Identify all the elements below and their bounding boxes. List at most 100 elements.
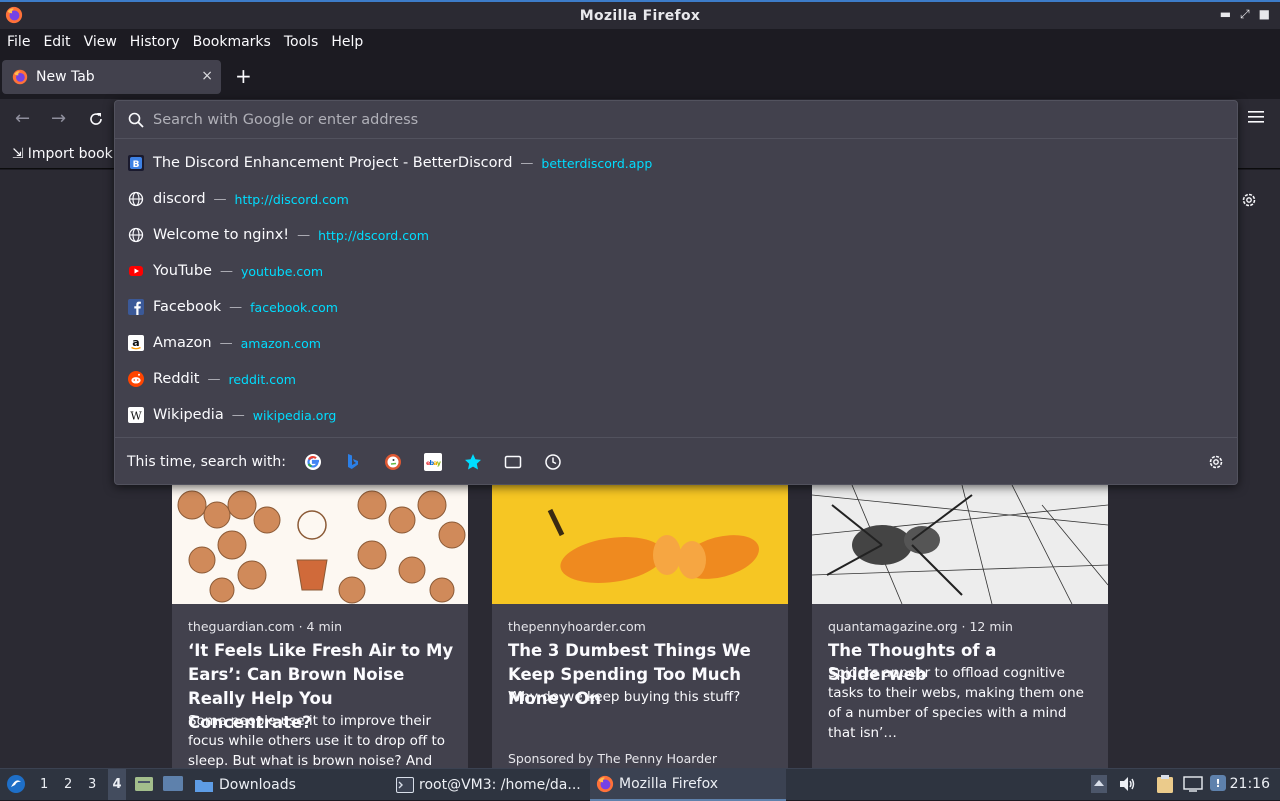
story-excerpt: Some people use it to improve their focu…: [188, 713, 446, 768]
result-title: Wikipedia: [153, 407, 224, 423]
workspace-2[interactable]: 2: [64, 777, 72, 792]
duckduckgo-engine-button[interactable]: [384, 453, 402, 471]
start-menu-icon[interactable]: [6, 774, 26, 794]
betterdiscord-icon: B: [128, 155, 144, 171]
clock: 21:16: [1229, 776, 1270, 792]
clipboard-icon[interactable]: [1156, 774, 1174, 794]
result-separator: —: [229, 299, 243, 315]
result-row[interactable]: Reddit — reddit.com: [115, 361, 1237, 397]
result-row[interactable]: YouTube — youtube.com: [115, 253, 1237, 289]
workspace-3[interactable]: 3: [88, 777, 96, 792]
google-icon: [304, 453, 321, 470]
firefox-taskbar-icon: [596, 775, 614, 793]
network-icon[interactable]: [1183, 776, 1203, 792]
volume-icon[interactable]: [1119, 776, 1137, 792]
tray-up-icon[interactable]: [1091, 775, 1107, 793]
clock-icon: [545, 453, 561, 470]
workspace-1[interactable]: 1: [40, 777, 48, 792]
svg-text:a: a: [132, 336, 139, 349]
result-separator: —: [520, 155, 534, 171]
result-url: http://dscord.com: [318, 227, 429, 243]
amazon-icon: a: [128, 335, 144, 351]
reload-icon[interactable]: [88, 111, 104, 127]
address-bar-input[interactable]: Search with Google or enter address: [115, 101, 1237, 139]
result-title: Amazon: [153, 335, 212, 351]
story-card[interactable]: thepennyhoarder.com The 3 Dumbest Things…: [492, 485, 788, 768]
star-icon: [464, 453, 481, 469]
desktop-icon[interactable]: [162, 775, 184, 793]
story-card[interactable]: quantamagazine.org · 12 min The Thoughts…: [812, 485, 1108, 768]
firefox-tab-icon: [12, 69, 28, 85]
tab-strip: New Tab ×: [0, 54, 1280, 99]
window-title: Mozilla Firefox: [579, 7, 701, 24]
forward-icon[interactable]: →: [51, 108, 66, 129]
story-source: thepennyhoarder.com: [508, 619, 646, 634]
app-menu-icon[interactable]: [1248, 110, 1264, 124]
menu-help[interactable]: Help: [331, 34, 363, 50]
tab-icon: [504, 455, 522, 468]
import-bookmarks-icon: ⇲: [12, 145, 24, 162]
taskbar: 1 2 3 4 Downloads root@VM3: /home/da... …: [0, 768, 1280, 801]
import-bookmarks-button[interactable]: Import book: [28, 146, 113, 162]
globe-icon: [128, 191, 144, 207]
taskbar-downloads[interactable]: Downloads: [194, 769, 296, 801]
menu-view[interactable]: View: [84, 34, 117, 50]
bing-engine-button[interactable]: [344, 453, 362, 471]
tab-label: New Tab: [36, 69, 95, 85]
file-manager-icon[interactable]: [134, 775, 154, 793]
result-url: betterdiscord.app: [541, 155, 653, 171]
result-title: YouTube: [153, 263, 212, 279]
result-row[interactable]: a Amazon — amazon.com: [115, 325, 1237, 361]
result-row[interactable]: Welcome to nginx! — http://dscord.com: [115, 217, 1237, 253]
ebay-icon: e b a y: [423, 452, 442, 471]
result-url: wikipedia.org: [252, 407, 337, 423]
taskbar-firefox[interactable]: Mozilla Firefox: [590, 769, 786, 801]
reddit-icon: [128, 371, 144, 387]
menu-tools[interactable]: Tools: [284, 34, 319, 50]
one-off-search-bar: This time, search with: e b a y: [115, 437, 1237, 485]
result-url: amazon.com: [240, 335, 321, 351]
result-url: facebook.com: [250, 299, 338, 315]
menu-history[interactable]: History: [130, 34, 180, 50]
menu-edit[interactable]: Edit: [43, 34, 70, 50]
story-image: [812, 485, 1108, 604]
result-row[interactable]: discord — http://discord.com: [115, 181, 1237, 217]
update-notifier-icon[interactable]: !: [1209, 774, 1227, 792]
result-title: Welcome to nginx!: [153, 227, 290, 243]
tabs-search-button[interactable]: [504, 453, 522, 471]
tab-close-icon[interactable]: ×: [201, 68, 213, 84]
result-url: http://discord.com: [234, 191, 349, 207]
result-title: Facebook: [153, 299, 222, 315]
workspace-4[interactable]: 4: [108, 769, 126, 800]
minimize-icon[interactable]: ▬: [1220, 7, 1231, 22]
firefox-logo-icon: [5, 6, 23, 24]
menu-bookmarks[interactable]: Bookmarks: [193, 34, 271, 50]
firefox-label: Mozilla Firefox: [619, 776, 719, 792]
result-url: youtube.com: [240, 263, 324, 279]
new-tab-button[interactable]: +: [235, 64, 252, 88]
result-title: Reddit: [153, 371, 200, 387]
result-title: The Discord Enhancement Project - Better…: [153, 155, 513, 171]
result-separator: —: [297, 227, 311, 243]
tab-new-tab[interactable]: New Tab ×: [2, 60, 221, 94]
google-engine-button[interactable]: [304, 453, 322, 471]
result-separator: —: [231, 407, 245, 423]
result-url: reddit.com: [228, 371, 296, 387]
result-row[interactable]: W Wikipedia — wikipedia.org: [115, 397, 1237, 433]
search-settings-icon[interactable]: [1207, 453, 1225, 471]
bookmarks-search-button[interactable]: [464, 453, 482, 471]
menu-file[interactable]: File: [7, 34, 30, 50]
story-card[interactable]: theguardian.com · 4 min ‘It Feels Like F…: [172, 485, 468, 768]
maximize-icon[interactable]: ⤢: [1240, 7, 1250, 22]
result-row[interactable]: Facebook — facebook.com: [115, 289, 1237, 325]
taskbar-terminal[interactable]: root@VM3: /home/da...: [396, 769, 581, 801]
urlbar-popup: Search with Google or enter address B Th…: [114, 100, 1238, 485]
svg-text:B: B: [133, 160, 140, 170]
back-icon[interactable]: ←: [15, 108, 30, 129]
result-row[interactable]: B The Discord Enhancement Project - Bett…: [115, 145, 1237, 181]
close-window-icon[interactable]: ■: [1259, 7, 1270, 22]
personalize-settings-icon[interactable]: [1240, 191, 1258, 209]
history-search-button[interactable]: [544, 453, 562, 471]
result-separator: —: [207, 371, 221, 387]
ebay-engine-button[interactable]: e b a y: [423, 452, 442, 471]
